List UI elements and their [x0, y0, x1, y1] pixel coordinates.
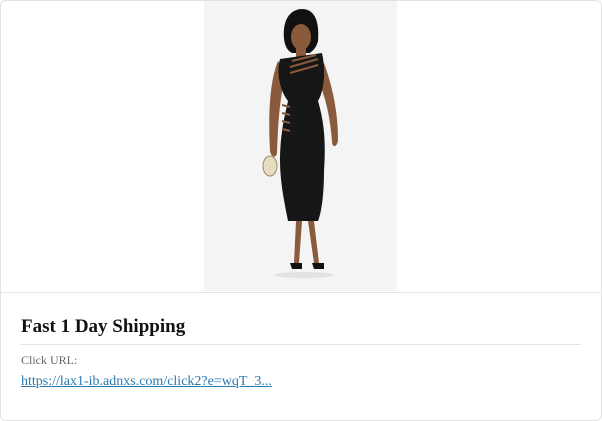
click-url-link[interactable]: https://lax1-ib.adnxs.com/click2?e=wqT_3…: [21, 373, 272, 391]
ad-details: Fast 1 Day Shipping Click URL: https://l…: [21, 314, 581, 391]
dress-model-illustration: [204, 1, 397, 291]
ad-image-area: [1, 1, 601, 293]
ad-product-image[interactable]: [204, 1, 397, 291]
click-url-label: Click URL:: [21, 353, 78, 367]
ad-title: Fast 1 Day Shipping: [21, 314, 581, 345]
ad-preview-card: Fast 1 Day Shipping Click URL: https://l…: [0, 0, 602, 421]
